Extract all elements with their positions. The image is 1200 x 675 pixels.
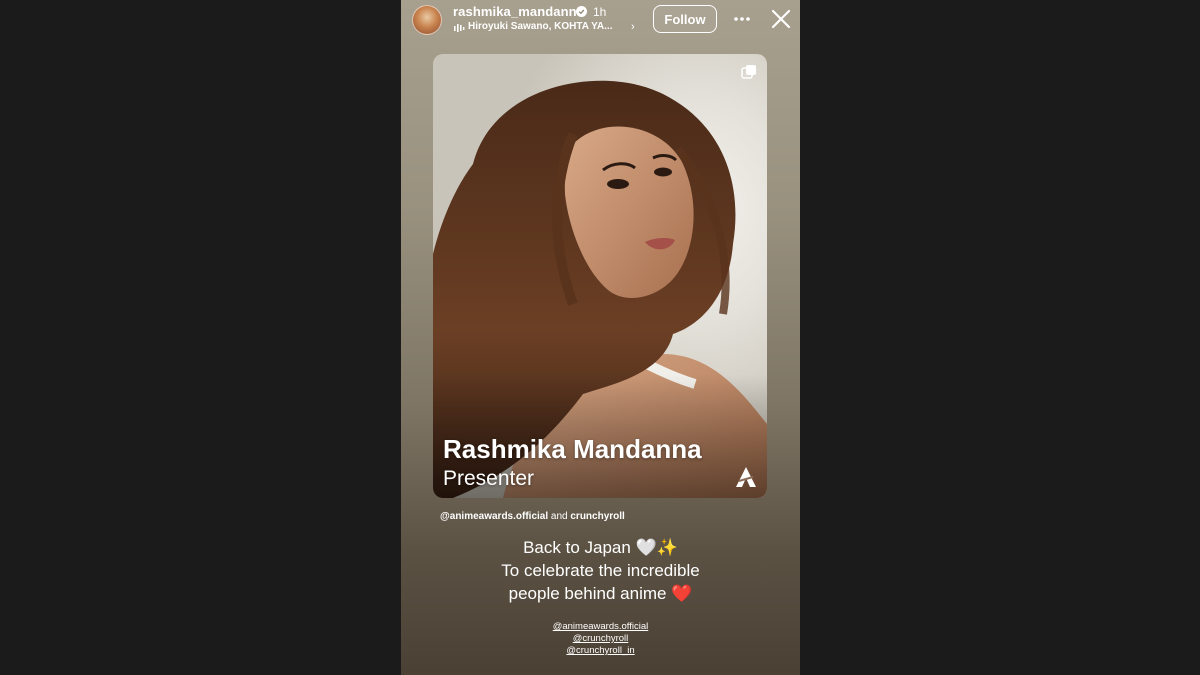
mention-link[interactable]: @animeawards.official <box>401 621 800 632</box>
caption-line-3: people behind anime ❤️ <box>508 584 693 603</box>
close-icon[interactable] <box>771 9 791 29</box>
post-time: 1h <box>593 5 607 19</box>
anime-awards-logo <box>736 467 756 487</box>
collab-account-2[interactable]: crunchyroll <box>570 511 624 522</box>
follow-button[interactable]: Follow <box>653 5 717 33</box>
collab-and: and <box>550 511 568 522</box>
presenter-photo <box>433 80 767 498</box>
story-viewer: rashmika_mandanna 1h Hiroyuki Sawano, KO… <box>401 0 800 675</box>
username[interactable]: rashmika_mandanna <box>453 4 584 19</box>
mention-link[interactable]: @crunchyroll <box>401 633 800 644</box>
multi-image-icon <box>741 65 756 79</box>
music-bars-icon <box>454 24 465 32</box>
presenter-role: Presenter <box>443 467 535 490</box>
presenter-card[interactable]: Rashmika Mandanna Presenter <box>433 54 767 498</box>
caption-line-2: To celebrate the incredible <box>501 561 700 580</box>
music-track[interactable]: Hiroyuki Sawano, KOHTA YA... <box>468 21 612 32</box>
presenter-name: Rashmika Mandanna <box>443 434 702 464</box>
more-icon[interactable] <box>734 17 750 21</box>
collab-line[interactable]: @animeawards.official and crunchyroll <box>440 511 625 522</box>
collab-account-1[interactable]: @animeawards.official <box>440 511 548 522</box>
caption-line-1: Back to Japan 🤍✨ <box>523 538 678 557</box>
verified-badge-icon <box>576 6 587 17</box>
mention-link[interactable]: @crunchyroll_in <box>401 645 800 656</box>
profile-avatar[interactable] <box>412 5 442 35</box>
chevron-right-icon[interactable]: › <box>631 21 635 33</box>
